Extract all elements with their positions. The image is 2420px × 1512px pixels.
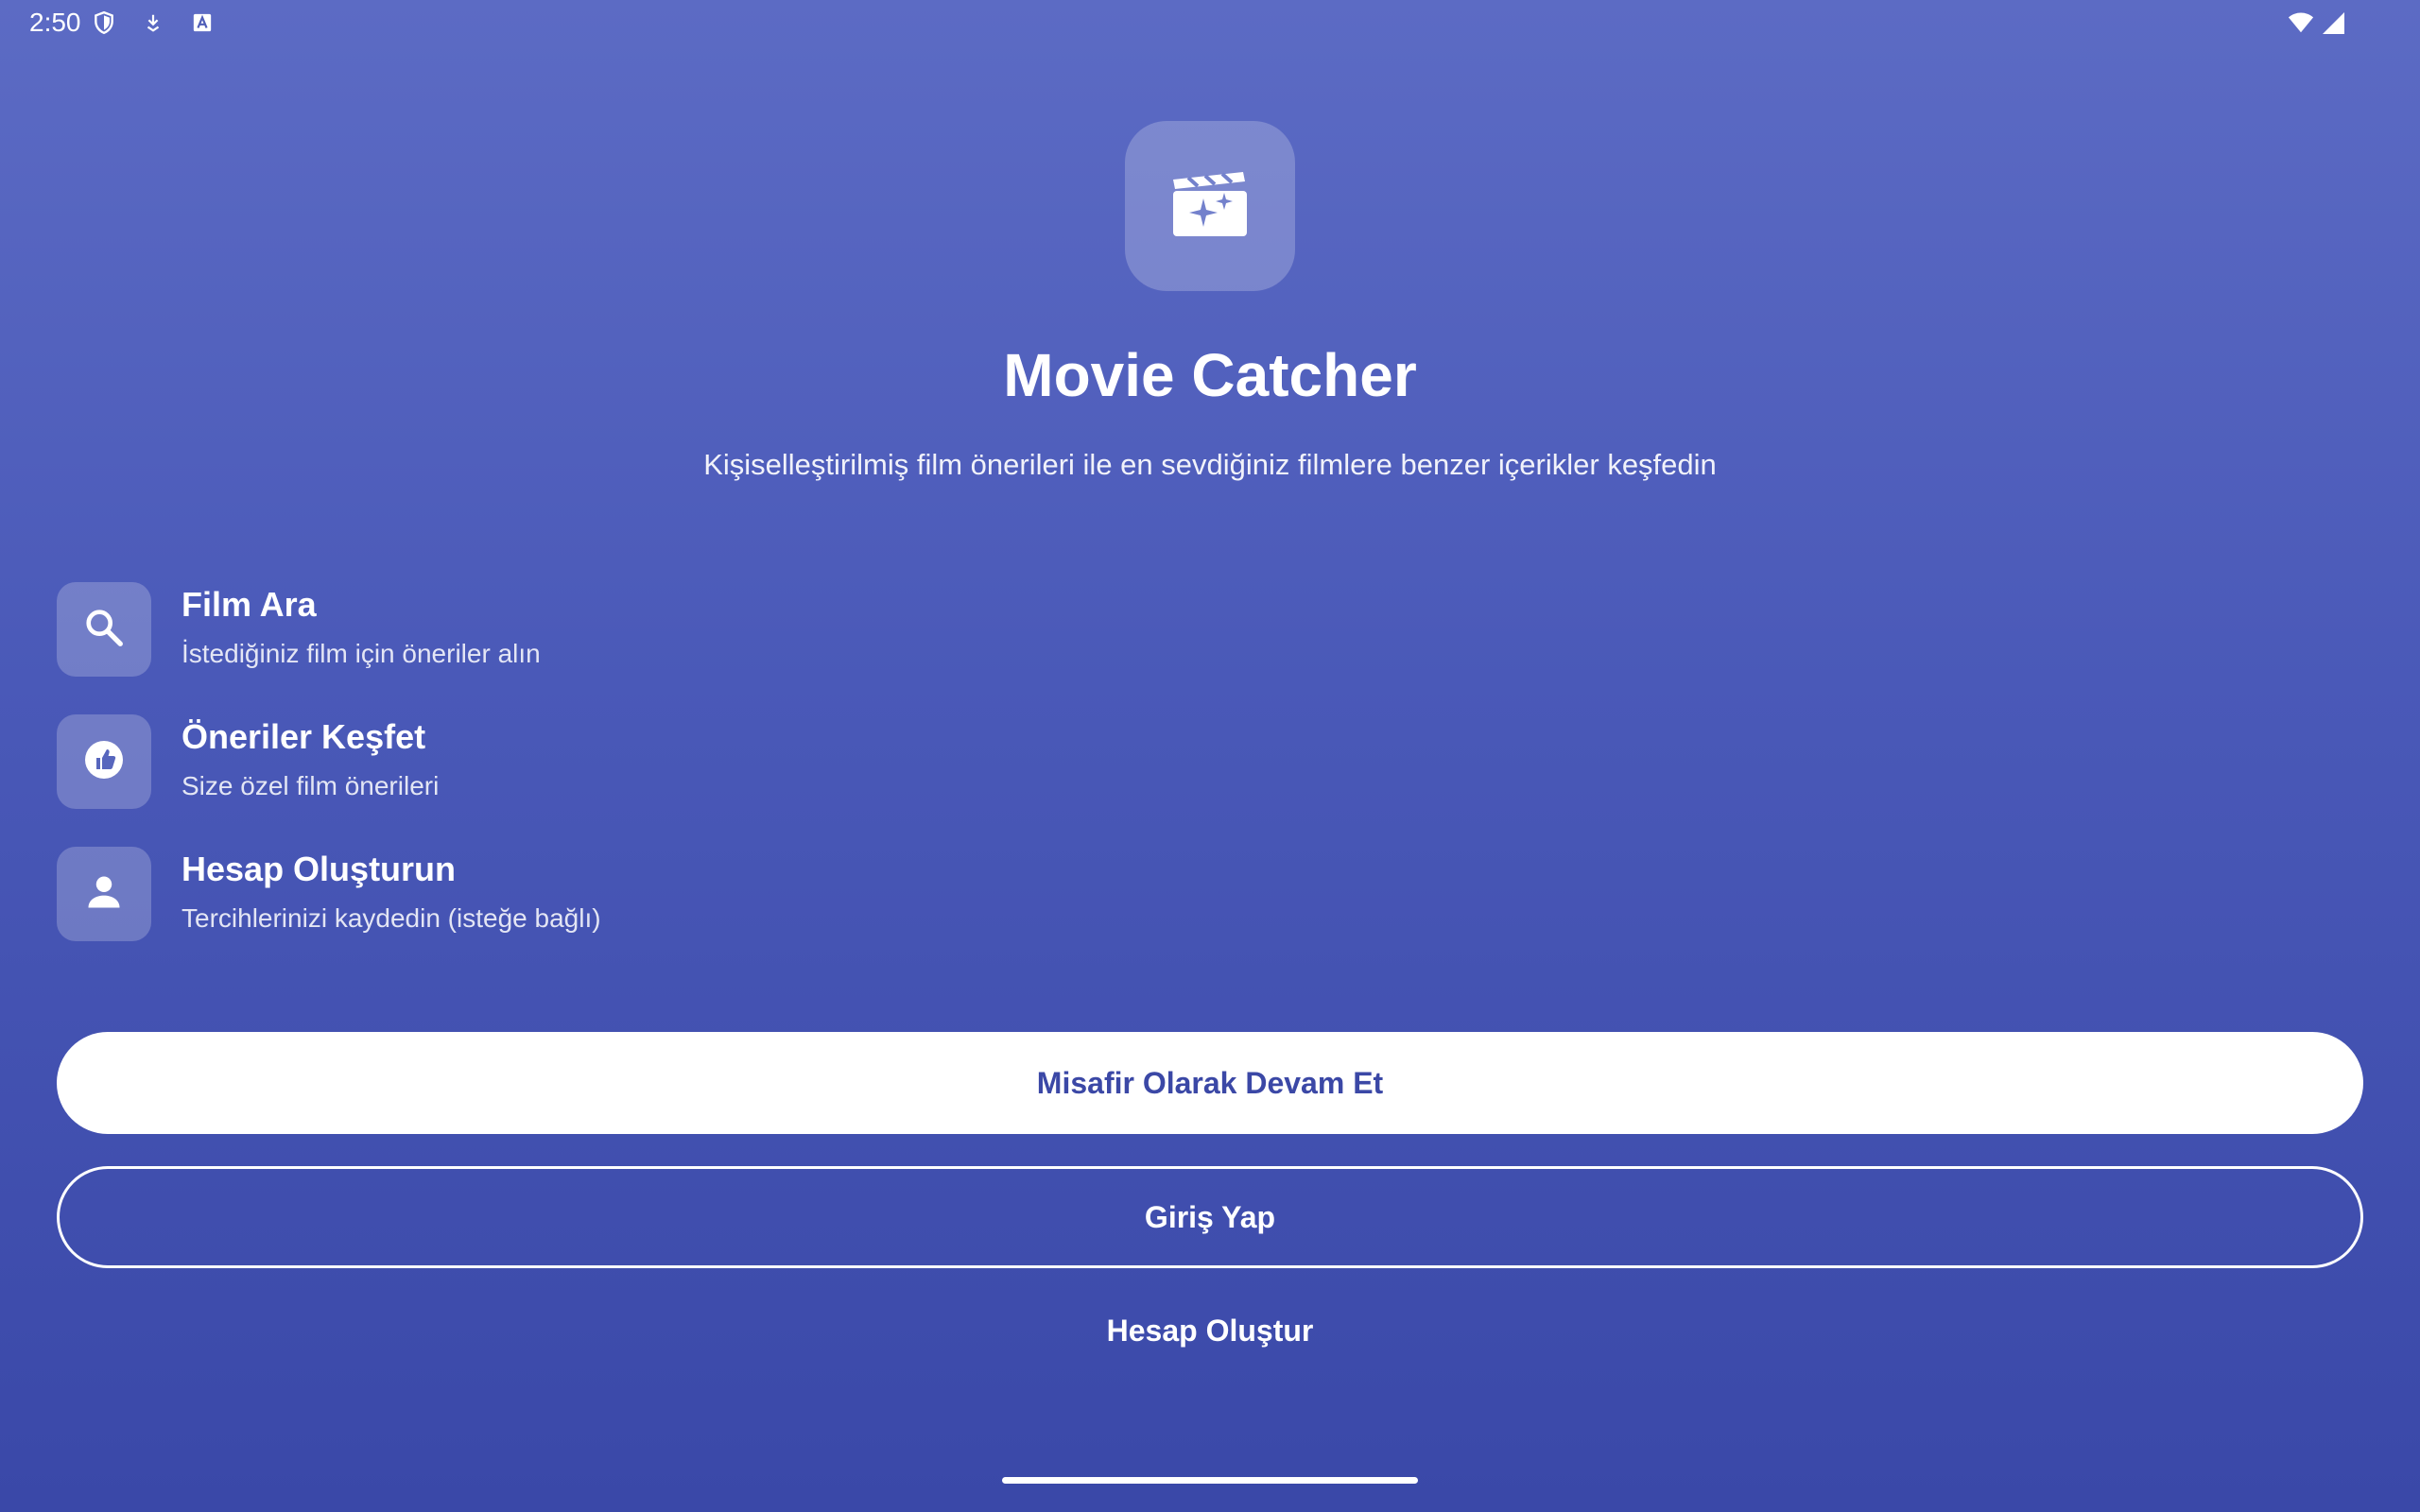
signal-icon	[2320, 9, 2346, 36]
app-subtitle: Kişiselleştirilmiş film önerileri ile en…	[703, 448, 1717, 481]
login-button[interactable]: Giriş Yap	[57, 1166, 2363, 1268]
feature-title: Öneriler Keşfet	[182, 717, 426, 756]
feature-recommendations: Öneriler Keşfet Size özel film önerileri	[57, 714, 439, 809]
feature-account: Hesap Oluşturun Tercihlerinizi kaydedin …	[57, 847, 601, 941]
movie-clapper-sparkle-icon	[1169, 170, 1251, 243]
shield-icon	[91, 9, 117, 36]
feature-icon-box	[57, 714, 151, 809]
continue-as-guest-button[interactable]: Misafir Olarak Devam Et	[57, 1032, 2363, 1134]
search-icon	[82, 606, 126, 654]
status-icons-right	[2288, 9, 2346, 36]
status-icons-left	[91, 9, 216, 36]
feature-desc: İstediğiniz film için öneriler alın	[182, 639, 541, 668]
feature-search: Film Ara İstediğiniz film için öneriler …	[57, 582, 541, 677]
feature-desc: Tercihlerinizi kaydedin (isteğe bağlı)	[182, 903, 601, 933]
download-icon	[140, 9, 166, 36]
create-account-button[interactable]: Hesap Oluştur	[1021, 1302, 1399, 1359]
wifi-icon	[2288, 9, 2314, 36]
recommend-icon	[81, 737, 127, 787]
status-time: 2:50	[29, 8, 81, 37]
feature-desc: Size özel film önerileri	[182, 771, 440, 800]
feature-icon-box	[57, 847, 151, 941]
a-box-icon	[189, 9, 216, 36]
feature-title: Film Ara	[182, 585, 317, 624]
app-title: Movie Catcher	[1003, 341, 1417, 409]
person-icon	[83, 871, 125, 918]
home-indicator[interactable]	[1002, 1477, 1418, 1484]
feature-icon-box	[57, 582, 151, 677]
feature-title: Hesap Oluşturun	[182, 850, 457, 888]
app-logo	[1125, 121, 1295, 291]
status-bar: 2:50	[0, 0, 2420, 45]
